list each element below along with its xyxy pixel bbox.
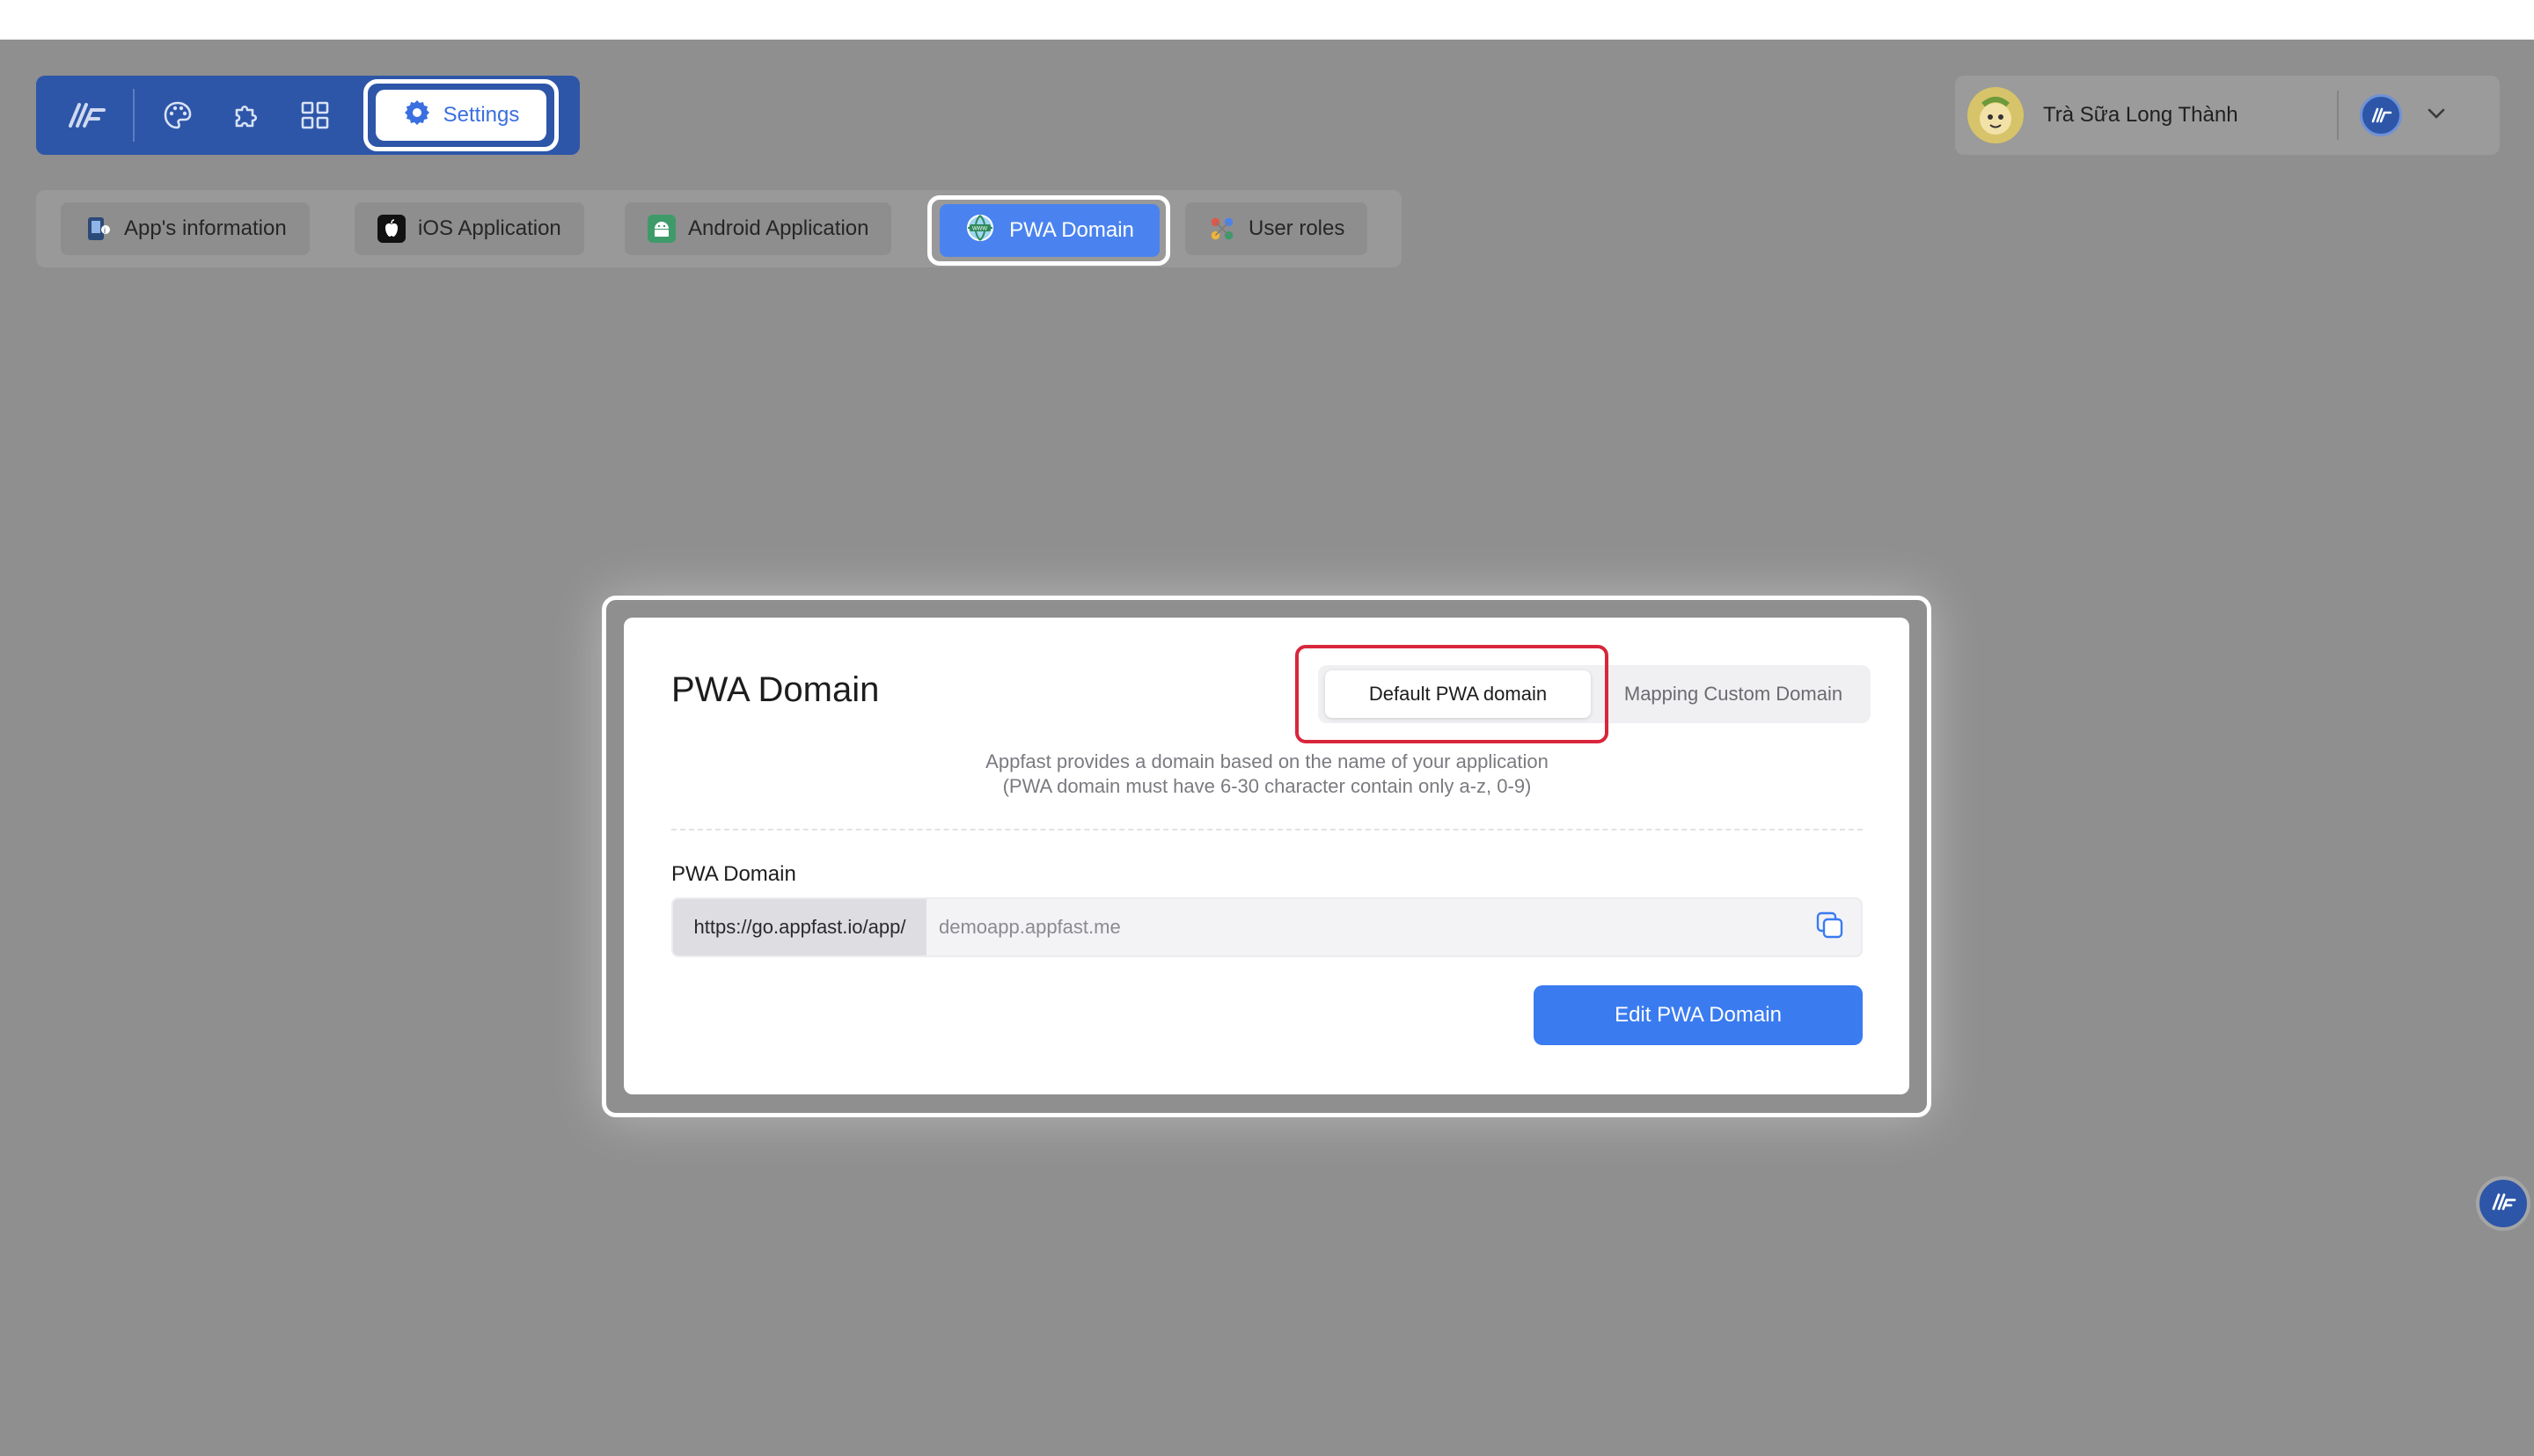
globe-icon: WWW xyxy=(965,213,995,249)
active-tab-highlight: WWW PWA Domain xyxy=(927,195,1170,266)
tab-android-application[interactable]: Android Application xyxy=(625,202,892,255)
chat-icon xyxy=(2488,1189,2518,1218)
account-switcher[interactable]: Trà Sữa Long Thành xyxy=(1955,76,2500,155)
copy-button[interactable] xyxy=(1799,899,1861,955)
tab-apps-information[interactable]: i App's information xyxy=(61,202,310,255)
tab-label: Android Application xyxy=(688,216,869,240)
description-line-2: (PWA domain must have 6-30 character con… xyxy=(1002,775,1532,797)
settings-highlight: Settings xyxy=(363,79,559,151)
svg-text:i: i xyxy=(104,226,106,235)
pwa-domain-field: https://go.appfast.io/app/ demoapp.appfa… xyxy=(671,897,1863,957)
users-icon xyxy=(1208,215,1236,243)
tab-pwa-domain[interactable]: WWW PWA Domain xyxy=(940,204,1160,257)
toolbar-divider xyxy=(133,89,135,142)
settings-tabs: i App's information iOS Application Andr… xyxy=(36,190,1402,267)
app-logo-icon xyxy=(2360,94,2402,136)
tab-label: User roles xyxy=(1249,216,1345,240)
pwa-domain-field-label: PWA Domain xyxy=(671,862,796,886)
edit-pwa-domain-button[interactable]: Edit PWA Domain xyxy=(1534,985,1863,1045)
default-option-highlight xyxy=(1295,645,1608,743)
copy-icon xyxy=(1815,911,1845,945)
apple-icon xyxy=(377,215,406,243)
panel-title: PWA Domain xyxy=(671,670,880,709)
grid-icon[interactable] xyxy=(291,91,339,139)
tab-label: App's information xyxy=(124,216,287,240)
settings-label: Settings xyxy=(443,103,520,127)
gear-icon xyxy=(403,99,431,133)
puzzle-icon[interactable] xyxy=(223,91,270,139)
info-icon: i xyxy=(84,215,112,243)
pwa-domain-panel: PWA Domain Default PWA domain Mapping Cu… xyxy=(624,618,1909,1094)
tab-user-roles[interactable]: User roles xyxy=(1185,202,1368,255)
appfast-logo-icon[interactable] xyxy=(61,96,110,135)
tab-label: iOS Application xyxy=(418,216,561,240)
account-divider xyxy=(2337,91,2339,140)
chevron-down-icon[interactable] xyxy=(2427,107,2446,124)
domain-description: Appfast provides a domain based on the n… xyxy=(671,750,1863,799)
avatar xyxy=(1967,87,2024,143)
svg-text:WWW: WWW xyxy=(972,226,987,231)
dashed-divider xyxy=(671,829,1863,830)
tab-label: PWA Domain xyxy=(1009,218,1134,242)
mapping-custom-domain-option[interactable]: Mapping Custom Domain xyxy=(1603,670,1864,718)
tab-ios-application[interactable]: iOS Application xyxy=(355,202,584,255)
chat-support-button[interactable] xyxy=(2476,1176,2530,1231)
settings-button[interactable]: Settings xyxy=(376,90,546,141)
description-line-1: Appfast provides a domain based on the n… xyxy=(985,750,1549,772)
domain-prefix: https://go.appfast.io/app/ xyxy=(673,899,926,955)
palette-icon[interactable] xyxy=(154,91,201,139)
account-name: Trà Sữa Long Thành xyxy=(2043,103,2238,127)
domain-value-input[interactable]: demoapp.appfast.me xyxy=(926,899,1799,955)
android-icon xyxy=(648,215,676,243)
